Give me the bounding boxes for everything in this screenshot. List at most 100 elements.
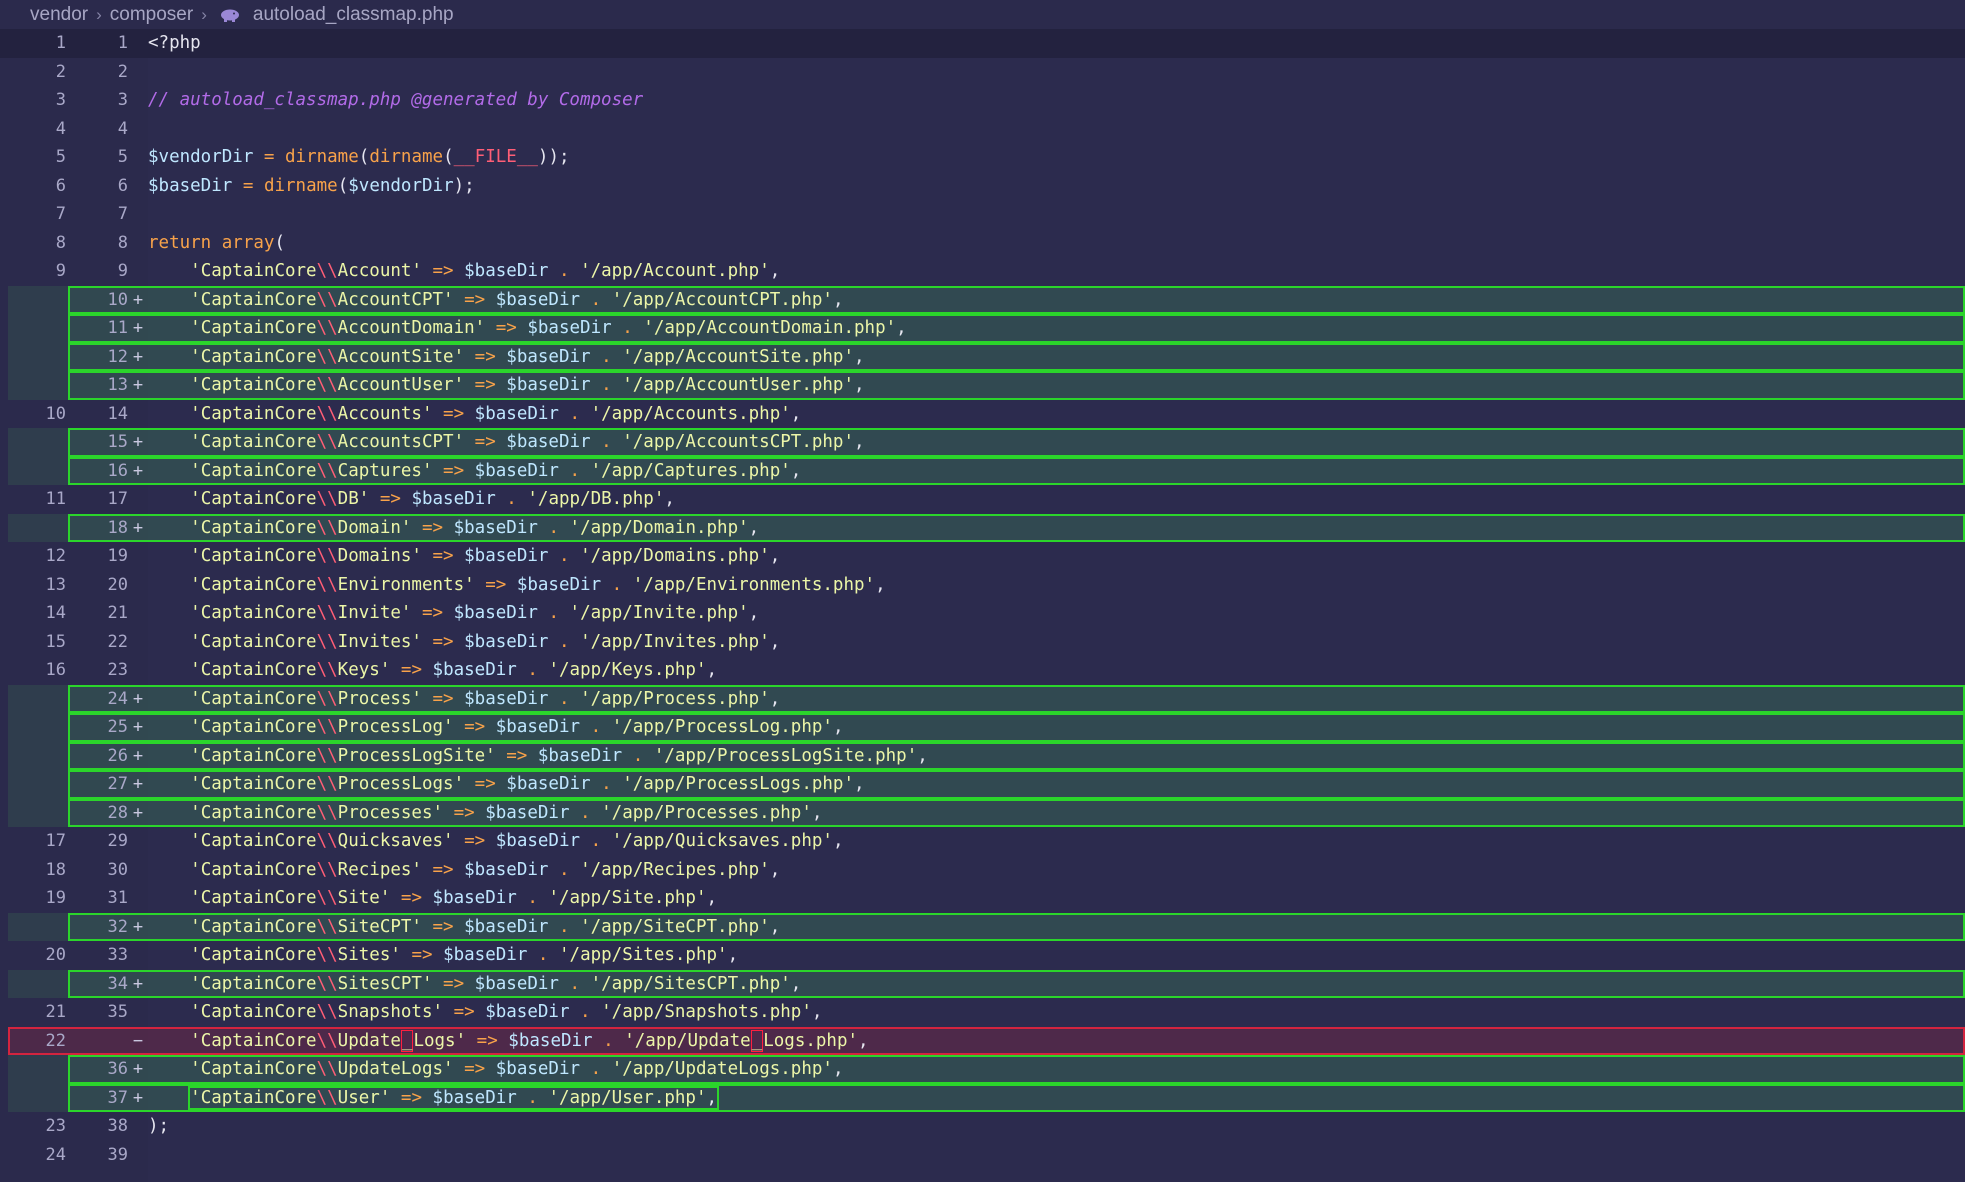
new-line-number: 26 [107,745,128,766]
classmap-entry-body: 'CaptainCore\\ProcessLogs' => $baseDir .… [190,774,865,795]
old-line-number: 20 [45,945,66,966]
code-text: 'CaptainCore\\AccountDomain' => $baseDir… [148,318,907,338]
diff-line[interactable]: 13 20 'CaptainCore\\Environments' => $bas… [0,571,1965,600]
diff-line[interactable]: 5 5 $vendorDir = dirname(dirname(__FILE__)… [0,143,1965,172]
diff-line-added[interactable]: 24 + 'CaptainCore\\Process' => $baseDir .… [0,684,1965,714]
diff-line[interactable]: 9 9 'CaptainCore\\Account' => $baseDir . … [0,257,1965,286]
code-text: 'CaptainCore\\Account' => $baseDir . '/a… [148,261,780,281]
diff-line[interactable]: 14 21 'CaptainCore\\Invite' => $baseDir .… [0,599,1965,628]
diff-line[interactable]: 12 19 'CaptainCore\\Domains' => $baseDir … [0,542,1965,571]
diff-line[interactable]: 24 39 [0,1141,1965,1170]
old-line-number: 14 [45,603,66,624]
diff-line[interactable]: 19 31 'CaptainCore\\Site' => $baseDir . '… [0,884,1965,913]
diff-line-added[interactable]: 25 + 'CaptainCore\\ProcessLog' => $baseDi… [0,713,1965,742]
old-line-number: 16 [45,660,66,681]
code-text: 'CaptainCore\\Invite' => $baseDir . '/ap… [148,603,759,623]
new-line-number: 13 [107,375,128,396]
classmap-entry: 'CaptainCore\\Domain' => $baseDir . '/ap… [148,518,759,538]
new-line-number: 21 [107,603,128,624]
diff-line-added[interactable]: 13 + 'CaptainCore\\AccountUser' => $baseD… [0,371,1965,400]
diff-line-added[interactable]: 12 + 'CaptainCore\\AccountSite' => $baseD… [0,342,1965,372]
diff-line-added[interactable]: 16 + 'CaptainCore\\Captures' => $baseDir … [0,456,1965,486]
classmap-entry-body: 'CaptainCore\\Invites' => $baseDir . '/a… [190,631,781,652]
diff-line[interactable]: 6 6 $baseDir = dirname($vendorDir); [0,172,1965,201]
diff-line[interactable]: 15 22 'CaptainCore\\Invites' => $baseDir … [0,628,1965,657]
code-text: 'CaptainCore\\Quicksaves' => $baseDir . … [148,831,844,852]
diff-line[interactable]: 10 14 'CaptainCore\\Accounts' => $baseDir… [0,400,1965,429]
diff-line[interactable]: 3 3 // autoload_classmap.php @generated by… [0,86,1965,115]
code-text: 'CaptainCore\\Recipes' => $baseDir . '/a… [148,860,780,880]
diff-line[interactable]: 21 35 'CaptainCore\\Snapshots' => $baseDi… [0,998,1965,1027]
diff-line-added[interactable]: 10 + 'CaptainCore\\AccountCPT' => $baseDi… [0,285,1965,315]
old-line-number: 17 [45,831,66,852]
new-line-number: 37 [107,1087,128,1108]
diff-line[interactable]: 16 23 'CaptainCore\\Keys' => $baseDir . '… [0,656,1965,685]
diff-line-added[interactable]: 26 + 'CaptainCore\\ProcessLogSite' => $ba… [0,741,1965,771]
old-line-number: 5 [55,147,66,168]
classmap-entry-body: 'CaptainCore\\ProcessLogSite' => $baseDi… [190,745,928,766]
code-text: 'CaptainCore\\ProcessLogs' => $baseDir .… [148,774,865,795]
classmap-entry-body: 'CaptainCore\\AccountSite' => $baseDir .… [190,346,865,367]
code-text: 'CaptainCore\\Invites' => $baseDir . '/a… [148,632,780,652]
diff-line[interactable]: 8 8 return array( [0,229,1965,258]
breadcrumb-item-composer[interactable]: composer [110,4,193,26]
code-text: 'CaptainCore\\AccountUser' => $baseDir .… [148,375,864,395]
new-line-number: 39 [107,1144,128,1165]
code-text: 'CaptainCore\\Processes' => $baseDir . '… [148,803,822,823]
classmap-entry: 'CaptainCore\\AccountUser' => $baseDir .… [148,375,864,395]
old-line-number: 23 [45,1116,66,1137]
old-line-number: 19 [45,888,66,909]
classmap-entry: 'CaptainCore\\Update_Logs' => $baseDir .… [148,1029,869,1052]
diff-line-added[interactable]: 36 + 'CaptainCore\\UpdateLogs' => $baseDi… [0,1055,1965,1084]
diff-line-added[interactable]: 28 + 'CaptainCore\\Processes' => $baseDir… [0,798,1965,828]
classmap-entry-body: 'CaptainCore\\Process' => $baseDir . '/a… [190,688,781,709]
diff-editor[interactable]: 1 1 <?php 2 2 3 3// autoload_classmap.php @gen… [0,29,1965,1182]
new-line-number: 14 [107,403,128,424]
diff-line[interactable]: 18 30 'CaptainCore\\Recipes' => $baseDir … [0,856,1965,885]
code-text: 'CaptainCore\\Captures' => $baseDir . '/… [148,461,801,481]
new-line-number: 12 [107,346,128,367]
breadcrumb-item-vendor[interactable]: vendor [30,4,88,26]
classmap-entry: 'CaptainCore\\SitesCPT' => $baseDir . '/… [148,974,801,994]
code-text: $baseDir = dirname($vendorDir); [148,175,475,196]
diff-line-added[interactable]: 11 + 'CaptainCore\\AccountDomain' => $bas… [0,314,1965,343]
new-line-number: 33 [107,945,128,966]
chevron-right-icon: › [96,4,102,24]
diff-line-added[interactable]: 18 + 'CaptainCore\\Domain' => $baseDir . … [0,513,1965,543]
classmap-entry: 'CaptainCore\\SiteCPT' => $baseDir . '/a… [148,917,780,937]
diff-line-removed[interactable]: 22 − 'CaptainCore\\Update_Logs' => $baseD… [0,1026,1965,1056]
code-text: 'CaptainCore\\Environments' => $baseDir … [148,575,885,595]
diff-line-added[interactable]: 32 + 'CaptainCore\\SiteCPT' => $baseDir .… [0,912,1965,942]
diff-line-added[interactable]: 37 + 'CaptainCore\\User' => $baseDir . '/… [0,1083,1965,1113]
diff-line-added[interactable]: 27 + 'CaptainCore\\ProcessLogs' => $baseD… [0,770,1965,799]
classmap-entry: 'CaptainCore\\User' => $baseDir . '/app/… [148,1085,720,1110]
new-line-number: 27 [107,774,128,795]
code-text: ); [148,1116,170,1137]
plus-icon: + [132,745,144,766]
classmap-entry-body: 'CaptainCore\\Processes' => $baseDir . '… [190,802,823,823]
plus-icon: + [132,1059,144,1080]
plus-icon: + [132,289,144,310]
diff-line[interactable]: 77 [0,200,1965,229]
code-text: <?php [148,33,201,54]
diff-line[interactable]: 23 38); [0,1112,1965,1141]
code-text: 'CaptainCore\\ProcessLogSite' => $baseDi… [148,746,928,766]
new-line-number: 1 [117,33,128,54]
classmap-entry-body: 'CaptainCore\\Quicksaves' => $baseDir . … [190,831,844,852]
plus-icon: + [132,802,144,823]
diff-lines: 1 1 <?php 2 2 3 3// autoload_classmap.php @gen… [0,29,1965,1169]
diff-line[interactable]: 44 [0,115,1965,144]
old-line-number: 9 [55,261,66,282]
diff-line[interactable]: 1 1 <?php [0,29,1965,58]
diff-line-added[interactable]: 15 + 'CaptainCore\\AccountsCPT' => $baseD… [0,428,1965,457]
classmap-entry: 'CaptainCore\\Quicksaves' => $baseDir . … [148,831,844,852]
diff-line[interactable]: 20 33 'CaptainCore\\Sites' => $baseDir . … [0,941,1965,970]
diff-line[interactable]: 17 29 'CaptainCore\\Quicksaves' => $baseD… [0,827,1965,856]
classmap-entry: 'CaptainCore\\Account' => $baseDir . '/a… [148,261,780,281]
classmap-entry: 'CaptainCore\\AccountDomain' => $baseDir… [148,318,907,338]
diff-line-added[interactable]: 34 + 'CaptainCore\\SitesCPT' => $baseDir … [0,969,1965,999]
diff-line[interactable]: 22 [0,58,1965,87]
breadcrumb-item-file[interactable]: autoload_classmap.php [253,4,454,26]
new-line-number: 29 [107,831,128,852]
diff-line[interactable]: 11 17 'CaptainCore\\DB' => $baseDir . '/a… [0,485,1965,514]
